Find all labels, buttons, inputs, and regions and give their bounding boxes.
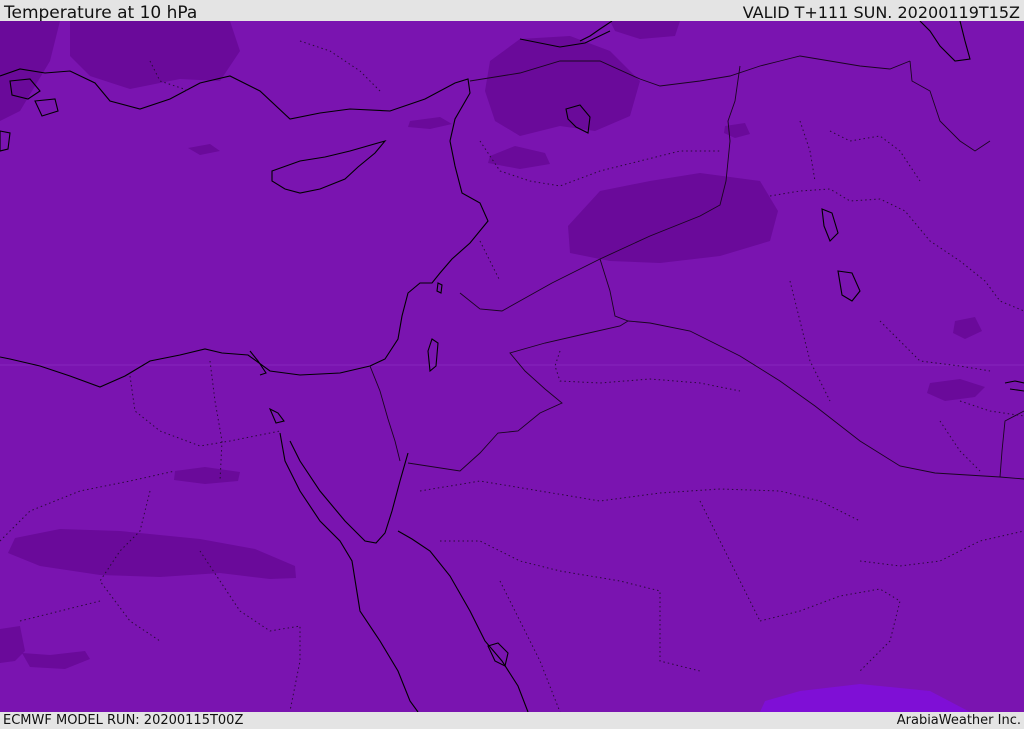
valid-time: VALID T+111 SUN. 20200119T15Z <box>742 3 1020 22</box>
credit-label: ArabiaWeather Inc. <box>896 713 1021 728</box>
map-title: Temperature at 10 hPa <box>4 3 198 23</box>
header-bar: Temperature at 10 hPa VALID T+111 SUN. 2… <box>0 0 1024 23</box>
model-run-label: ECMWF MODEL RUN: 20200115T00Z <box>3 713 244 728</box>
weather-map <box>0 21 1024 712</box>
footer-bar: ECMWF MODEL RUN: 20200115T00Z ArabiaWeat… <box>0 712 1024 729</box>
map-canvas <box>0 21 1024 712</box>
